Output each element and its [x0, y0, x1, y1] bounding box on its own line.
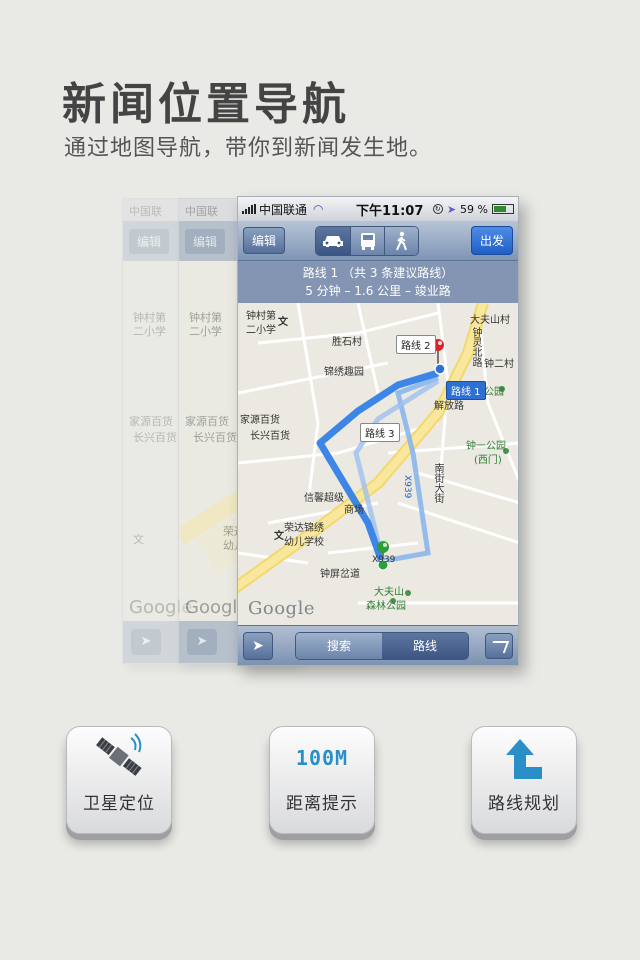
ghost-map-label: 家源百货: [185, 415, 229, 428]
ghost-map-label: 长兴百货: [133, 431, 177, 444]
map-label: 家源百货: [240, 415, 280, 426]
ghost-map-label: 家源百货: [129, 415, 173, 428]
bottom-toolbar: ➤ 搜索 路线: [238, 625, 518, 665]
ghost-map-label: 文: [133, 533, 144, 546]
current-location-button[interactable]: ➤: [243, 631, 273, 660]
ghost-carrier: 中国联: [185, 205, 218, 218]
ghost-carrier: 中国联: [129, 205, 162, 218]
phone-screen: 中国联通 ◠ 下午11:07 ↻ ➤ 59 % 编辑 出发 钟村第 二小学 文 …: [237, 196, 519, 666]
search-route-toggle: 搜索 路线: [295, 631, 469, 660]
location-services-icon: ➤: [446, 202, 457, 216]
carrier-name: 中国联通: [259, 202, 308, 217]
ghost-edit-button: 编辑: [129, 229, 170, 254]
page-headline: 新闻位置导航: [62, 79, 350, 130]
map-label: 钟二村: [484, 359, 514, 370]
map-label: 幼儿学校: [284, 537, 324, 548]
route-1-tag[interactable]: 路线 1: [446, 381, 486, 400]
map-label: X939: [402, 475, 412, 499]
map-label: 钟一公园: [466, 441, 506, 452]
bus-mode-button[interactable]: [350, 226, 385, 255]
map-label: 钟屏岔道: [320, 569, 360, 580]
map-label: 大夫山: [374, 587, 404, 598]
map-view[interactable]: 钟村第 二小学 文 胜石村 锦绣趣园 家源百货 长兴百货 文 荣达锦绣 幼儿学校…: [238, 303, 518, 625]
status-bar: 中国联通 ◠ 下午11:07 ↻ ➤ 59 %: [238, 197, 518, 221]
map-label: 钟村第: [246, 311, 276, 322]
map-label: 文: [274, 531, 284, 542]
map-label: X939: [372, 555, 396, 565]
ghost-locate-icon: ➤: [131, 629, 161, 655]
map-label: (西门): [474, 455, 502, 466]
satellite-icon: [96, 733, 142, 776]
map-label: 公园: [484, 387, 504, 398]
route-turn-arrow-icon: [506, 739, 542, 779]
walk-mode-button[interactable]: [384, 226, 419, 255]
feature-distance-tile: 100M 距离提示: [269, 726, 375, 834]
feature-route-label: 路线规划: [488, 794, 560, 814]
map-label: 森林公园: [366, 601, 406, 612]
map-label: 南街大街: [432, 463, 443, 503]
map-label: 大夫山村: [470, 315, 510, 326]
signal-icon: [242, 204, 256, 214]
google-logo: Google: [248, 598, 315, 619]
map-label: 胜石村: [332, 337, 362, 348]
status-time: 下午11:07: [356, 203, 424, 219]
map-label: 文: [278, 317, 288, 328]
map-label: 商场: [344, 505, 364, 516]
route-2-tag[interactable]: 路线 2: [396, 335, 436, 354]
edit-button[interactable]: 编辑: [243, 227, 286, 254]
map-label: 锦绣趣园: [324, 367, 364, 378]
map-label: 荣达锦绣: [284, 523, 324, 534]
distance-100m-icon: 100M: [295, 746, 349, 770]
route-summary: 路线 1 （共 3 条建议路线） 5 分钟 – 1.6 公里 – 竣业路: [238, 261, 518, 303]
transport-mode-selector: [315, 225, 420, 256]
route-summary-title: 路线 1 （共 3 条建议路线）: [302, 266, 454, 280]
page-curl-button[interactable]: [485, 632, 513, 659]
ghost-map-label: 二小学: [189, 325, 222, 338]
ghost-edit-button: 编辑: [185, 229, 226, 254]
map-label: 二小学: [246, 325, 276, 336]
car-mode-button[interactable]: [316, 226, 351, 255]
route-summary-detail: 5 分钟 – 1.6 公里 – 竣业路: [305, 284, 451, 298]
ghost-locate-icon: ➤: [187, 629, 217, 655]
page-subline: 通过地图导航，带你到新闻发生地。: [64, 136, 433, 161]
ghost-map-label: 长兴百货: [193, 431, 237, 444]
car-icon: [323, 235, 344, 247]
map-label: 信馨超级: [304, 493, 344, 504]
route-3-tag[interactable]: 路线 3: [360, 423, 400, 442]
map-label: 钟灵北路: [470, 327, 481, 367]
feature-satellite-tile: 卫星定位: [66, 726, 172, 834]
wifi-icon: ◠: [313, 202, 324, 216]
battery-icon: [492, 204, 514, 214]
route-tab[interactable]: 路线: [382, 632, 468, 659]
search-tab[interactable]: 搜索: [296, 632, 382, 659]
feature-satellite-label: 卫星定位: [83, 794, 155, 814]
bus-icon: [360, 232, 375, 250]
battery-percent: 59 %: [460, 202, 488, 216]
start-navigation-button[interactable]: 出发: [470, 226, 513, 255]
map-label: 长兴百货: [250, 431, 290, 442]
rotation-lock-icon: ↻: [432, 204, 443, 214]
feature-distance-label: 距离提示: [286, 794, 358, 814]
walk-icon: [395, 231, 407, 250]
location-arrow-icon: ➤: [252, 637, 264, 654]
ghost-map-label: 二小学: [133, 325, 166, 338]
feature-route-tile: 路线规划: [471, 726, 577, 834]
nav-bar: 编辑 出发: [238, 221, 518, 261]
